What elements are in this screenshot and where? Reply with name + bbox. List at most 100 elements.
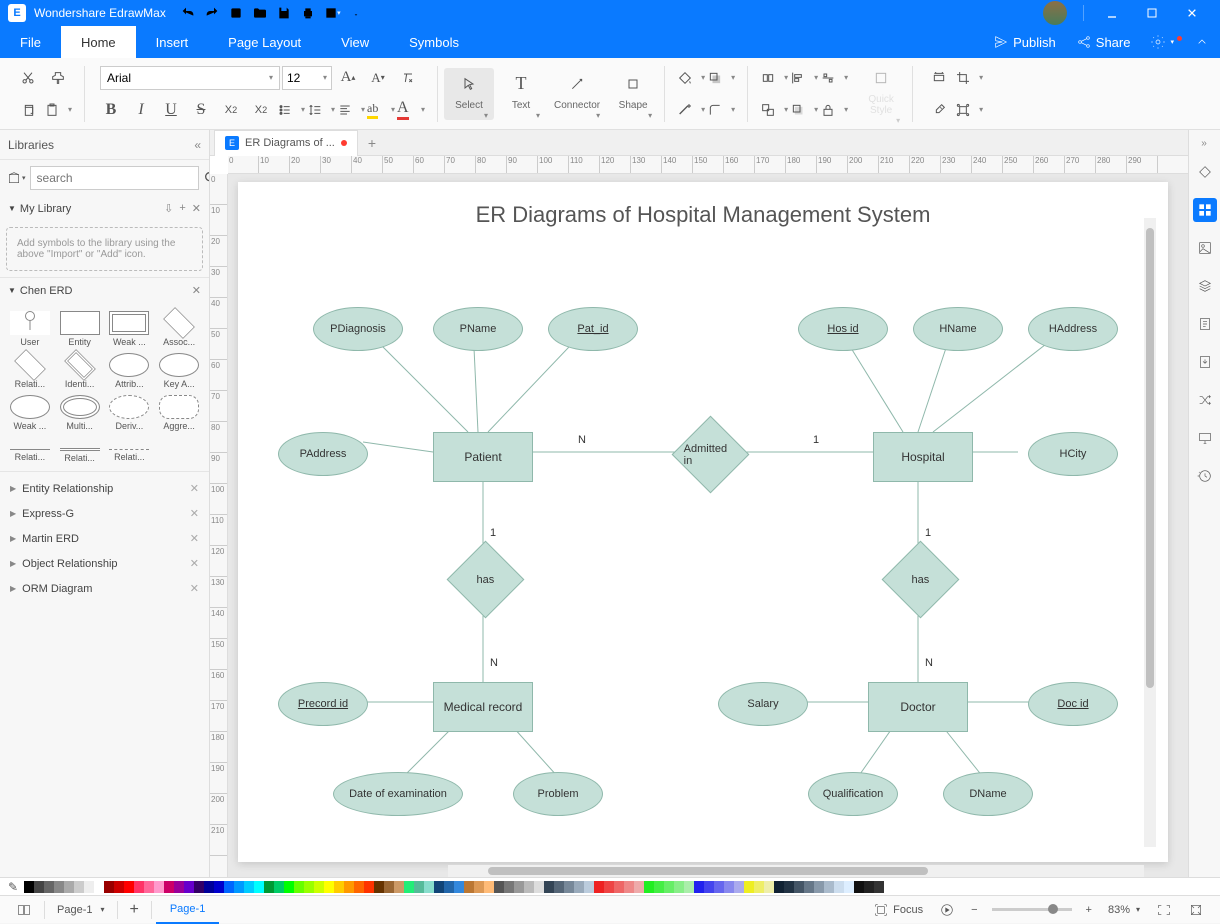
strikethrough-button[interactable]: S bbox=[187, 96, 215, 124]
shape-rel-line3[interactable]: Relati... bbox=[108, 437, 152, 463]
align-shapes-button[interactable]: ▾ bbox=[790, 64, 818, 92]
attr-hname[interactable]: HName bbox=[913, 307, 1003, 351]
distribute-button[interactable]: ▾ bbox=[820, 64, 848, 92]
attr-pdiagnosis[interactable]: PDiagnosis bbox=[313, 307, 403, 351]
search-button[interactable] bbox=[203, 166, 210, 190]
rel-has-2[interactable]: has bbox=[882, 541, 960, 619]
lock-button[interactable]: ▾ bbox=[820, 96, 848, 124]
grid-button[interactable] bbox=[1193, 198, 1217, 222]
format-painter-button[interactable] bbox=[44, 64, 72, 92]
chen-erd-section[interactable]: ▼Chen ERD ✕ bbox=[0, 278, 209, 303]
add-document-button[interactable]: + bbox=[358, 130, 386, 156]
export-button[interactable]: ▾ bbox=[320, 1, 344, 25]
attr-patid[interactable]: Pat_id bbox=[548, 307, 638, 351]
attr-docid[interactable]: Doc id bbox=[1028, 682, 1118, 726]
tab-pagelayout[interactable]: Page Layout bbox=[208, 26, 321, 58]
shape-aggregation[interactable]: Aggre... bbox=[157, 395, 201, 431]
shape-derived[interactable]: Deriv... bbox=[108, 395, 152, 431]
attr-date-examination[interactable]: Date of examination bbox=[333, 772, 463, 816]
user-avatar[interactable] bbox=[1043, 1, 1067, 25]
cat-express-g[interactable]: ▶Express-G✕ bbox=[0, 501, 209, 526]
cat-martin-erd[interactable]: ▶Martin ERD✕ bbox=[0, 526, 209, 551]
line-style-button[interactable]: ▾ bbox=[677, 96, 705, 124]
page-layout-button[interactable] bbox=[8, 896, 40, 924]
tab-symbols[interactable]: Symbols bbox=[389, 26, 479, 58]
shape-tool[interactable]: Shape ▾ bbox=[608, 68, 658, 120]
attr-paddress[interactable]: PAddress bbox=[278, 432, 368, 476]
subscript-button[interactable]: X2 bbox=[247, 96, 275, 124]
clear-format-button[interactable] bbox=[394, 64, 422, 92]
tab-insert[interactable]: Insert bbox=[136, 26, 209, 58]
save-button[interactable] bbox=[272, 1, 296, 25]
group-button[interactable]: ▾ bbox=[760, 96, 788, 124]
scrollbar-vertical[interactable] bbox=[1144, 218, 1156, 847]
attr-salary[interactable]: Salary bbox=[718, 682, 808, 726]
shape-rel-line1[interactable]: Relati... bbox=[8, 437, 52, 463]
close-lib-button[interactable]: ✕ bbox=[192, 202, 201, 215]
attr-pname[interactable]: PName bbox=[433, 307, 523, 351]
same-width-button[interactable]: ▾ bbox=[760, 64, 788, 92]
search-input[interactable] bbox=[30, 166, 199, 190]
attr-precord-id[interactable]: Precord id bbox=[278, 682, 368, 726]
zoom-slider[interactable] bbox=[992, 908, 1072, 911]
quick-style-button[interactable]: QuickStyle ▾ bbox=[856, 62, 906, 125]
dimensions-button[interactable] bbox=[925, 64, 953, 92]
shape-key-attribute[interactable]: Key A... bbox=[157, 353, 201, 389]
attr-haddress[interactable]: HAddress bbox=[1028, 307, 1118, 351]
publish-button[interactable]: Publish bbox=[983, 34, 1066, 50]
collapse-ribbon-button[interactable] bbox=[1184, 34, 1220, 50]
text-tool[interactable]: T Text ▾ bbox=[496, 68, 546, 120]
select-tool[interactable]: Select ▾ bbox=[444, 68, 494, 120]
fit-page-button[interactable] bbox=[1148, 896, 1180, 924]
zoom-value[interactable]: 83%▾ bbox=[1100, 896, 1148, 924]
tab-view[interactable]: View bbox=[321, 26, 389, 58]
font-family-combo[interactable]: Arial▾ bbox=[100, 66, 280, 90]
print-button[interactable] bbox=[296, 1, 320, 25]
bullets-button[interactable]: ▾ bbox=[277, 96, 305, 124]
align-button[interactable]: ▾ bbox=[337, 96, 365, 124]
font-color-button[interactable]: A▾ bbox=[397, 96, 425, 124]
collapse-right-button[interactable]: » bbox=[1194, 130, 1214, 156]
new-button[interactable] bbox=[224, 1, 248, 25]
attr-hcity[interactable]: HCity bbox=[1028, 432, 1118, 476]
fill-button[interactable]: ▾ bbox=[677, 64, 705, 92]
mylibrary-section[interactable]: ▼My Library ⇩+✕ bbox=[0, 196, 209, 221]
superscript-button[interactable]: X2 bbox=[217, 96, 245, 124]
entity-doctor[interactable]: Doctor bbox=[868, 682, 968, 732]
history-button[interactable] bbox=[1193, 464, 1217, 488]
layers-button[interactable] bbox=[1193, 274, 1217, 298]
close-button[interactable] bbox=[1172, 0, 1212, 26]
shape-multivalued[interactable]: Multi... bbox=[58, 395, 102, 431]
zoom-in-button[interactable]: + bbox=[1078, 896, 1100, 924]
shape-entity[interactable]: Entity bbox=[58, 311, 102, 347]
shape-weak-key[interactable]: Weak ... bbox=[8, 395, 52, 431]
underline-button[interactable]: U bbox=[157, 96, 185, 124]
entity-medical-record[interactable]: Medical record bbox=[433, 682, 533, 732]
share-button[interactable]: Share bbox=[1066, 34, 1141, 50]
rel-admitted-in[interactable]: Admitted in bbox=[672, 416, 750, 494]
library-menu-button[interactable]: ▾ bbox=[6, 167, 26, 189]
diagram-title[interactable]: ER Diagrams of Hospital Management Syste… bbox=[238, 202, 1168, 228]
color-swatches[interactable] bbox=[24, 881, 884, 893]
shadow-button[interactable]: ▾ bbox=[707, 64, 735, 92]
add-lib-button[interactable]: + bbox=[179, 202, 185, 215]
line-spacing-button[interactable]: ▾ bbox=[307, 96, 335, 124]
cat-object-relationship[interactable]: ▶Object Relationship✕ bbox=[0, 551, 209, 576]
notifications-button[interactable]: ▾ bbox=[1140, 34, 1184, 50]
shuffle-button[interactable] bbox=[1193, 388, 1217, 412]
font-size-combo[interactable]: 12▾ bbox=[282, 66, 332, 90]
presentation-button[interactable] bbox=[1193, 426, 1217, 450]
undo-button[interactable] bbox=[176, 1, 200, 25]
page-sheet-button[interactable]: Page-1▾ bbox=[49, 896, 113, 924]
cat-entity-relationship[interactable]: ▶Entity Relationship✕ bbox=[0, 476, 209, 501]
cat-orm-diagram[interactable]: ▶ORM Diagram✕ bbox=[0, 576, 209, 601]
cut-button[interactable] bbox=[14, 64, 42, 92]
image-button[interactable] bbox=[1193, 236, 1217, 260]
pen-icon[interactable]: ✎ bbox=[8, 880, 18, 894]
play-button[interactable] bbox=[931, 896, 963, 924]
scrollbar-horizontal[interactable] bbox=[448, 865, 1144, 877]
shape-identifying[interactable]: Identi... bbox=[58, 353, 102, 389]
collapse-sidebar-button[interactable]: « bbox=[194, 138, 201, 152]
redo-button[interactable] bbox=[200, 1, 224, 25]
shape-attribute[interactable]: Attrib... bbox=[108, 353, 152, 389]
